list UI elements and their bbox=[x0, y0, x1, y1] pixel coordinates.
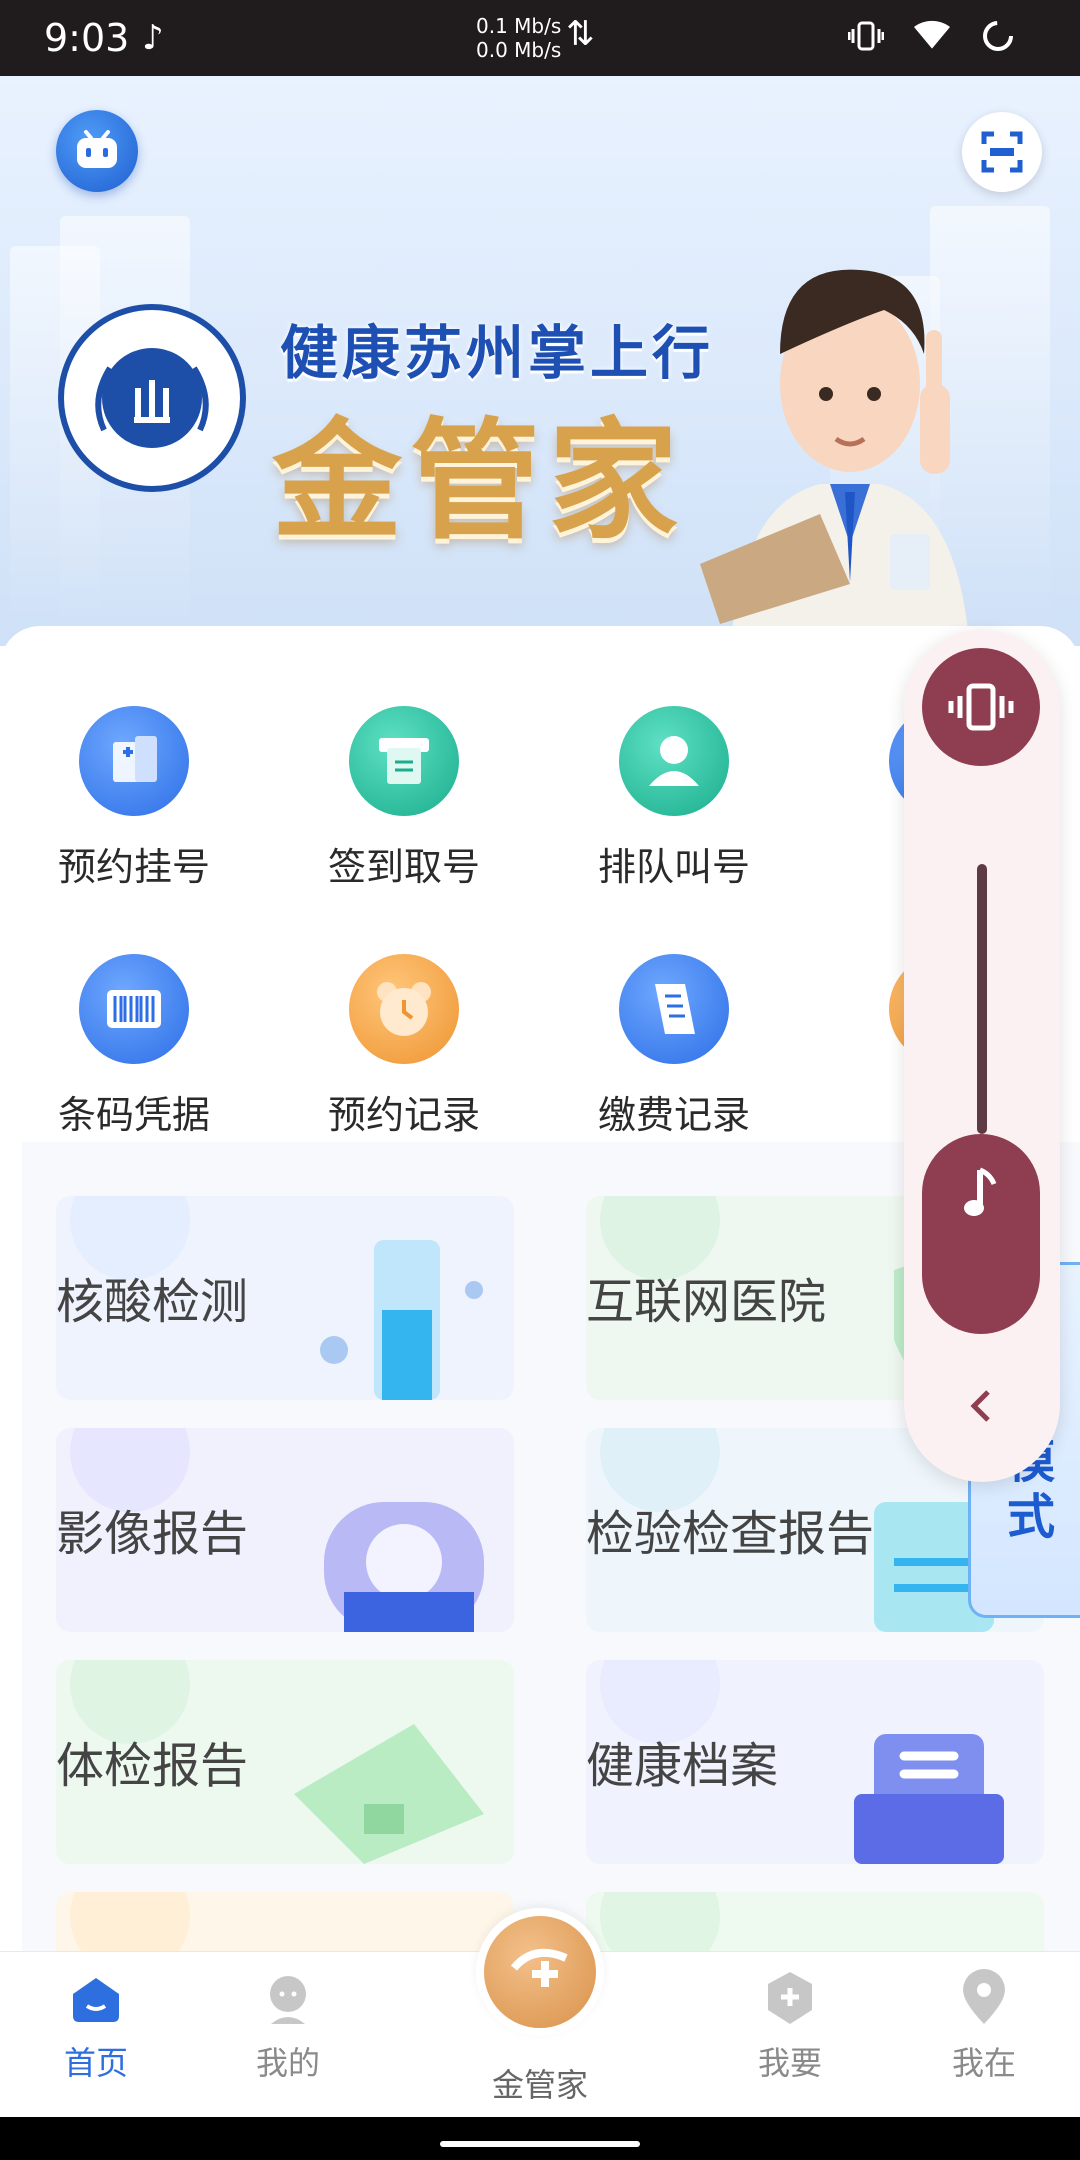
speed-up: 0.1 Mb/s bbox=[476, 14, 562, 38]
status-time: 9:03 bbox=[44, 16, 130, 60]
person-icon bbox=[619, 706, 729, 816]
card-health-record[interactable]: 健康档案 bbox=[586, 1660, 1044, 1864]
home-gesture-handle[interactable] bbox=[440, 2141, 640, 2147]
receipt-icon bbox=[619, 954, 729, 1064]
profile-icon bbox=[270, 1976, 306, 2024]
volume-panel bbox=[904, 630, 1060, 1482]
checkup-card-icon bbox=[294, 1724, 484, 1864]
location-pin-icon bbox=[963, 1969, 1005, 2024]
speed-down: 0.0 Mb/s bbox=[476, 38, 562, 62]
tiktok-icon: ♪ bbox=[142, 18, 164, 58]
tab-label: 首页 bbox=[63, 2044, 128, 2082]
bear-clock-icon bbox=[349, 954, 459, 1064]
card-physical-exam-report[interactable]: 体检报告 bbox=[56, 1660, 514, 1864]
card-title: 健康档案 bbox=[586, 1738, 779, 1794]
chevron-left-icon bbox=[970, 1390, 990, 1422]
quick-action-appointment[interactable]: 预约挂号 bbox=[34, 706, 234, 891]
card-imaging-report[interactable]: 影像报告 bbox=[56, 1428, 514, 1632]
hospital-icon bbox=[79, 706, 189, 816]
tab-label: 我在 bbox=[951, 2044, 1016, 2082]
quick-action-checkin[interactable]: 签到取号 bbox=[304, 706, 504, 891]
collapse-panel-button[interactable] bbox=[954, 1378, 1010, 1434]
test-tube-icon bbox=[320, 1240, 483, 1400]
quick-action-records[interactable]: 预约记录 bbox=[304, 954, 504, 1139]
card-title: 影像报告 bbox=[56, 1506, 249, 1562]
archive-icon bbox=[854, 1734, 1004, 1864]
quick-action-label: 签到取号 bbox=[327, 845, 480, 889]
quick-action-label: 排队叫号 bbox=[597, 845, 750, 889]
health-commission-emblem bbox=[58, 304, 246, 492]
jinguanjia-icon bbox=[510, 1948, 568, 1987]
vibrate-icon bbox=[948, 683, 1014, 731]
tab-label: 我的 bbox=[255, 2044, 320, 2082]
card-title: 互联网医院 bbox=[586, 1274, 827, 1330]
tab-label: 我要 bbox=[757, 2044, 822, 2082]
card-title: 体检报告 bbox=[56, 1738, 249, 1794]
scan-icon bbox=[981, 131, 1023, 173]
quick-action-label: 预约挂号 bbox=[57, 845, 210, 889]
tab-label: 金管家 bbox=[491, 2066, 588, 2104]
vibrate-mode-button[interactable] bbox=[922, 648, 1040, 766]
tab-home[interactable]: 首页 bbox=[26, 1968, 166, 2084]
network-speed: 0.1 Mb/s 0.0 Mb/s bbox=[476, 14, 561, 62]
ticket-icon bbox=[349, 706, 459, 816]
ai-assistant-button[interactable] bbox=[56, 110, 138, 192]
volume-slider-track[interactable] bbox=[977, 864, 987, 1134]
quick-action-queue[interactable]: 排队叫号 bbox=[574, 706, 774, 891]
card-title: 核酸检测 bbox=[56, 1274, 249, 1330]
tab-i-want[interactable]: 我要 bbox=[720, 1968, 860, 2084]
quick-action-label: 预约记录 bbox=[327, 1093, 480, 1137]
status-bar: 9:03 ♪ 0.1 Mb/s 0.0 Mb/s ⇅ bbox=[0, 0, 1080, 76]
banner-brand-title: 金管家 bbox=[272, 405, 687, 557]
doctor-illustration bbox=[700, 269, 970, 646]
quick-action-label: 条码凭据 bbox=[57, 1093, 210, 1137]
data-arrows-icon: ⇅ bbox=[566, 14, 595, 54]
wifi-icon bbox=[914, 18, 950, 54]
quick-action-barcode[interactable]: 条码凭据 bbox=[34, 954, 234, 1139]
hero-banner: 健康苏州掌上行 金管家 bbox=[0, 76, 1080, 646]
barcode-icon bbox=[79, 954, 189, 1064]
tab-i-am-at[interactable]: 我在 bbox=[914, 1968, 1054, 2084]
music-note-icon bbox=[964, 1167, 997, 1216]
vibrate-icon bbox=[848, 18, 884, 54]
quick-action-payments[interactable]: 缴费记录 bbox=[574, 954, 774, 1139]
scan-button[interactable] bbox=[962, 112, 1042, 192]
robot-icon bbox=[77, 130, 117, 168]
mode-toggle-line2: 式 bbox=[1006, 1489, 1055, 1545]
system-navigation-bar bbox=[0, 2117, 1080, 2160]
card-nucleic-test[interactable]: 核酸检测 bbox=[56, 1196, 514, 1400]
home-icon bbox=[73, 1978, 119, 2022]
plus-hex-icon bbox=[768, 1972, 812, 2024]
bottom-tab-bar: 首页 我的 金管家 我要 我在 bbox=[0, 1908, 1080, 2117]
tab-jinguanjia[interactable] bbox=[476, 1908, 604, 2036]
volume-slider-thumb[interactable] bbox=[922, 1134, 1040, 1334]
battery-circle-icon bbox=[980, 18, 1016, 54]
card-title: 检验检查报告 bbox=[586, 1506, 875, 1562]
quick-action-label: 缴费记录 bbox=[597, 1093, 750, 1137]
tab-profile[interactable]: 我的 bbox=[218, 1968, 358, 2084]
ct-scanner-icon bbox=[324, 1502, 484, 1632]
